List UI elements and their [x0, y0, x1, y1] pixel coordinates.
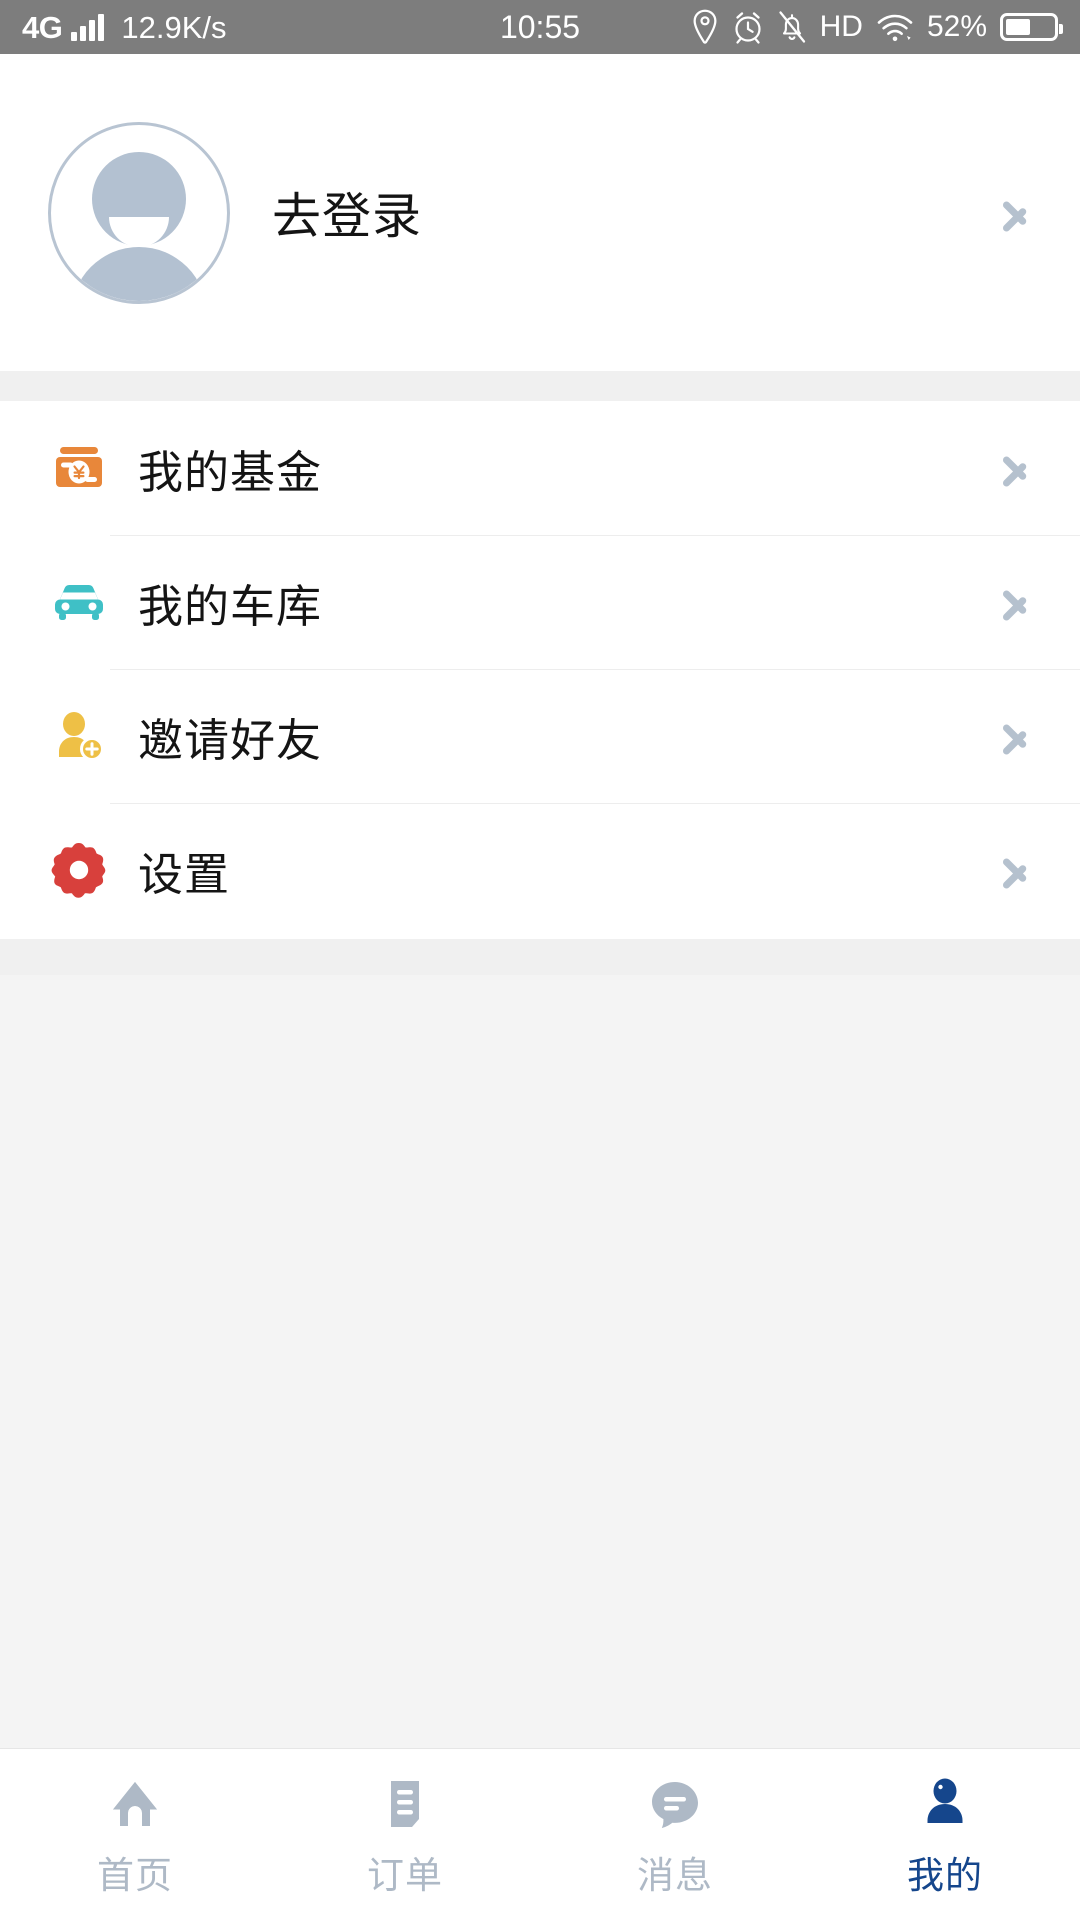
- tab-orders[interactable]: 订单: [270, 1773, 540, 1899]
- menu-list: 我的基金 我的车库 邀请好友 设置: [0, 401, 1080, 939]
- tab-label: 订单: [367, 1855, 443, 1896]
- profile-login-row[interactable]: 去登录: [0, 54, 1080, 371]
- menu-item-label: 邀请好友: [138, 714, 323, 766]
- menu-item-invite-friends[interactable]: 邀请好友: [0, 669, 1080, 803]
- net-speed-label: 12.9K/s: [121, 9, 227, 45]
- chevron-right-icon: [1002, 708, 1032, 764]
- alarm-clock-icon: [732, 10, 764, 44]
- gear-icon: [48, 839, 110, 901]
- chevron-right-icon: [1002, 842, 1032, 898]
- login-label: 去登录: [272, 190, 423, 244]
- tab-label: 我的: [907, 1855, 983, 1896]
- empty-content-area: [0, 975, 1080, 1748]
- battery-icon: [1000, 13, 1063, 41]
- tab-home[interactable]: 首页: [0, 1773, 270, 1899]
- home-icon: [104, 1773, 166, 1835]
- invite-friend-icon: [48, 705, 110, 767]
- message-icon: [644, 1773, 706, 1835]
- default-avatar-icon: [48, 121, 230, 304]
- menu-item-my-garage[interactable]: 我的车库: [0, 535, 1080, 669]
- bell-muted-icon: [777, 10, 807, 44]
- menu-item-label: 设置: [138, 848, 231, 900]
- tab-label: 首页: [97, 1855, 173, 1896]
- app-screen: 4G 12.9K/s 10:55 HD 52% 去登录 我的基金 我的车库 邀请…: [0, 0, 1080, 1920]
- tab-messages[interactable]: 消息: [540, 1773, 810, 1899]
- menu-item-label: 我的基金: [138, 446, 323, 498]
- chevron-right-icon: [1002, 440, 1032, 496]
- bottom-tab-bar: 首页 订单 消息 我的: [0, 1748, 1080, 1920]
- status-bar-right: HD 52%: [691, 9, 1063, 45]
- orders-icon: [374, 1773, 436, 1835]
- network-type-label: 4G: [22, 9, 63, 45]
- tab-mine[interactable]: 我的: [810, 1773, 1080, 1899]
- fund-wallet-icon: [48, 437, 110, 499]
- menu-item-settings[interactable]: 设置: [0, 803, 1080, 937]
- battery-percent-label: 52%: [926, 10, 987, 43]
- chevron-right-icon: [1002, 574, 1032, 630]
- wifi-icon: [876, 11, 914, 43]
- hd-label: HD: [819, 10, 863, 43]
- section-separator-bottom: [0, 939, 1080, 975]
- person-icon: [914, 1773, 976, 1835]
- section-separator-top: [0, 371, 1080, 401]
- menu-item-label: 我的车库: [138, 580, 323, 632]
- status-bar: 4G 12.9K/s 10:55 HD 52%: [0, 0, 1080, 54]
- chevron-right-icon: [1002, 185, 1032, 241]
- menu-item-my-fund[interactable]: 我的基金: [0, 401, 1080, 535]
- tab-label: 消息: [637, 1855, 713, 1896]
- location-pin-icon: [691, 9, 719, 45]
- signal-bars-icon: [71, 13, 105, 41]
- car-icon: [48, 571, 110, 633]
- status-bar-left: 4G 12.9K/s: [22, 12, 226, 43]
